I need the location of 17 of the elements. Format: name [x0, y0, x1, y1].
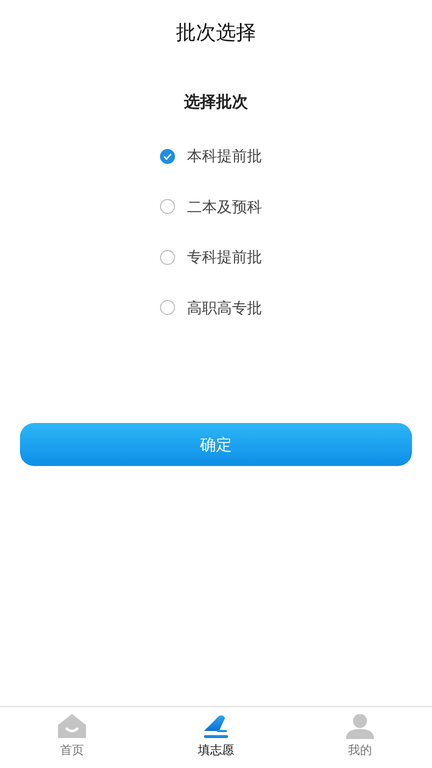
check-icon: [163, 152, 172, 160]
radio-button[interactable]: [160, 148, 175, 164]
tab-item[interactable]: 我的: [288, 707, 432, 768]
batch-option[interactable]: 高职高专批: [160, 282, 432, 333]
batch-option[interactable]: 本科提前批: [160, 131, 432, 182]
batch-option[interactable]: 二本及预科: [160, 182, 432, 232]
pen-icon: [201, 713, 231, 739]
section-heading: 选择批次: [183, 91, 249, 113]
home-icon: [57, 713, 87, 739]
tab-item[interactable]: 首页: [0, 707, 144, 768]
page-title: 批次选择: [175, 19, 257, 45]
person-icon: [345, 713, 375, 739]
radio-button[interactable]: [160, 300, 175, 316]
radio-button[interactable]: [160, 250, 175, 265]
tab-item[interactable]: 填志愿: [144, 707, 288, 768]
radio-button[interactable]: [160, 199, 175, 214]
batch-option[interactable]: 专科提前批: [160, 232, 432, 282]
